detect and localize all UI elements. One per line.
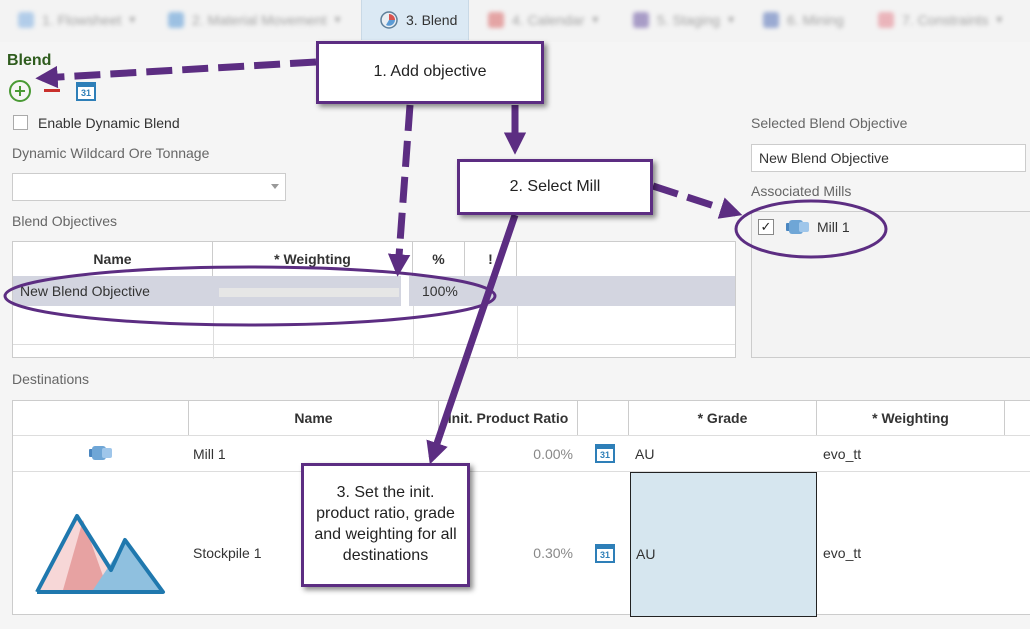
grid-line bbox=[517, 306, 518, 359]
remove-objective-icon[interactable] bbox=[44, 89, 60, 92]
arrow-to-add-button bbox=[35, 58, 317, 89]
tab-label: 4. Calendar bbox=[512, 12, 585, 28]
destination-grade-cell: AU bbox=[636, 546, 656, 562]
destinations-label: Destinations bbox=[12, 371, 90, 387]
column-header-ratio[interactable]: Init. Product Ratio bbox=[439, 401, 578, 435]
tab-label: 3. Blend bbox=[406, 12, 458, 28]
staging-icon bbox=[633, 12, 649, 28]
tab-material-movement[interactable]: 2. Material Movement ▼ bbox=[150, 0, 360, 40]
enable-dynamic-blend-label: Enable Dynamic Blend bbox=[38, 115, 180, 131]
grid-line bbox=[13, 344, 735, 345]
blend-objectives-label: Blend Objectives bbox=[12, 213, 118, 229]
chevron-down-icon: ▼ bbox=[127, 14, 138, 26]
destination-weighting-cell[interactable]: evo_tt bbox=[823, 545, 861, 561]
calendar-icon[interactable]: 31 bbox=[595, 444, 615, 463]
table-row[interactable]: Mill 1 0.00% 31 AU evo_tt bbox=[13, 435, 1030, 471]
mining-icon bbox=[763, 12, 779, 28]
grade-selected-cell[interactable]: AU bbox=[630, 472, 817, 617]
material-movement-icon bbox=[168, 12, 184, 28]
column-header-dest-name[interactable]: Name bbox=[189, 401, 439, 435]
column-header-icon bbox=[13, 401, 189, 435]
wildcard-combo[interactable] bbox=[12, 173, 286, 201]
column-header-calendar bbox=[578, 401, 629, 435]
destination-grade-cell[interactable]: AU bbox=[635, 446, 654, 462]
column-header-weighting[interactable]: * Weighting bbox=[213, 242, 413, 276]
column-header-name[interactable]: Name bbox=[13, 242, 213, 276]
tab-label: 7. Constraints bbox=[902, 12, 989, 28]
tab-label: 2. Material Movement bbox=[192, 12, 327, 28]
destination-ratio-cell[interactable]: 0.00% bbox=[493, 446, 573, 462]
associated-mill-name: Mill 1 bbox=[817, 219, 850, 235]
tab-mining[interactable]: 6. Mining bbox=[745, 0, 860, 40]
mill-icon bbox=[786, 218, 812, 236]
destination-ratio-cell[interactable]: 0.30% bbox=[493, 545, 573, 561]
chevron-down-icon: ▼ bbox=[332, 14, 343, 26]
tab-blend[interactable]: 3. Blend bbox=[361, 0, 469, 40]
tab-label: 5. Staging bbox=[657, 12, 721, 28]
column-header-grade[interactable]: * Grade bbox=[629, 401, 817, 435]
column-header-percent[interactable]: % bbox=[413, 242, 465, 276]
chevron-down-icon: ▼ bbox=[726, 14, 736, 26]
tab-calendar[interactable]: 4. Calendar ▼ bbox=[470, 0, 615, 40]
enable-dynamic-blend-checkbox[interactable] bbox=[13, 115, 28, 130]
calendar-icon[interactable]: 31 bbox=[76, 82, 96, 101]
chevron-down-icon: ▼ bbox=[994, 14, 1005, 26]
column-header-warning[interactable]: ! bbox=[465, 242, 517, 276]
constraints-icon bbox=[878, 12, 894, 28]
section-title: Blend bbox=[7, 52, 52, 69]
tab-label: 6. Mining bbox=[787, 12, 844, 28]
associated-mills-label: Associated Mills bbox=[751, 183, 852, 199]
chevron-down-icon: ▼ bbox=[590, 14, 601, 26]
destination-name-cell: Mill 1 bbox=[193, 446, 226, 462]
grid-line bbox=[213, 306, 214, 359]
chevron-down-icon bbox=[271, 184, 279, 189]
destinations-grid: Name Init. Product Ratio * Grade * Weigh… bbox=[12, 400, 1030, 617]
tab-staging[interactable]: 5. Staging ▼ bbox=[615, 0, 745, 40]
callout-set-ratio: 3. Set the init. product ratio, grade an… bbox=[301, 463, 470, 587]
tab-constraints[interactable]: 7. Constraints ▼ bbox=[860, 0, 1030, 40]
calendar-tab-icon bbox=[488, 12, 504, 28]
add-objective-icon[interactable] bbox=[9, 80, 31, 102]
objective-name-cell: New Blend Objective bbox=[20, 283, 150, 299]
table-row[interactable]: Stockpile 1 0.30% 31 evo_tt bbox=[13, 471, 1030, 616]
selected-objective-input[interactable]: New Blend Objective bbox=[751, 144, 1026, 172]
column-header-dest-weighting[interactable]: * Weighting bbox=[817, 401, 1005, 435]
calendar-icon[interactable]: 31 bbox=[595, 544, 615, 563]
selected-objective-label: Selected Blend Objective bbox=[751, 115, 908, 131]
grid-line bbox=[413, 306, 414, 359]
flowsheet-icon bbox=[18, 12, 34, 28]
weighting-handle[interactable] bbox=[401, 276, 409, 306]
destination-weighting-cell[interactable]: evo_tt bbox=[823, 446, 861, 462]
tab-bar: 1. Flowsheet ▼ 2. Material Movement ▼ 3. B… bbox=[0, 0, 1030, 42]
mill-1-checkbox[interactable]: ✓ bbox=[758, 219, 774, 235]
weighting-slider[interactable] bbox=[219, 288, 399, 297]
blend-objectives-grid: Name * Weighting % ! New Blend Objective… bbox=[12, 241, 736, 359]
callout-select-mill: 2. Select Mill bbox=[457, 159, 653, 215]
stockpile-icon bbox=[35, 514, 165, 594]
wildcard-label: Dynamic Wildcard Ore Tonnage bbox=[12, 145, 210, 161]
tab-label: 1. Flowsheet bbox=[42, 12, 122, 28]
objective-percent-cell: 100% bbox=[422, 283, 458, 299]
callout-add-objective: 1. Add objective bbox=[316, 41, 544, 104]
mill-icon bbox=[89, 444, 115, 462]
tab-flowsheet[interactable]: 1. Flowsheet ▼ bbox=[0, 0, 150, 40]
arrow-to-mill bbox=[651, 182, 743, 219]
blend-icon bbox=[380, 11, 398, 29]
weighting-fill bbox=[219, 288, 396, 297]
destination-name-cell: Stockpile 1 bbox=[193, 545, 262, 561]
table-row[interactable]: New Blend Objective 100% bbox=[13, 276, 735, 306]
